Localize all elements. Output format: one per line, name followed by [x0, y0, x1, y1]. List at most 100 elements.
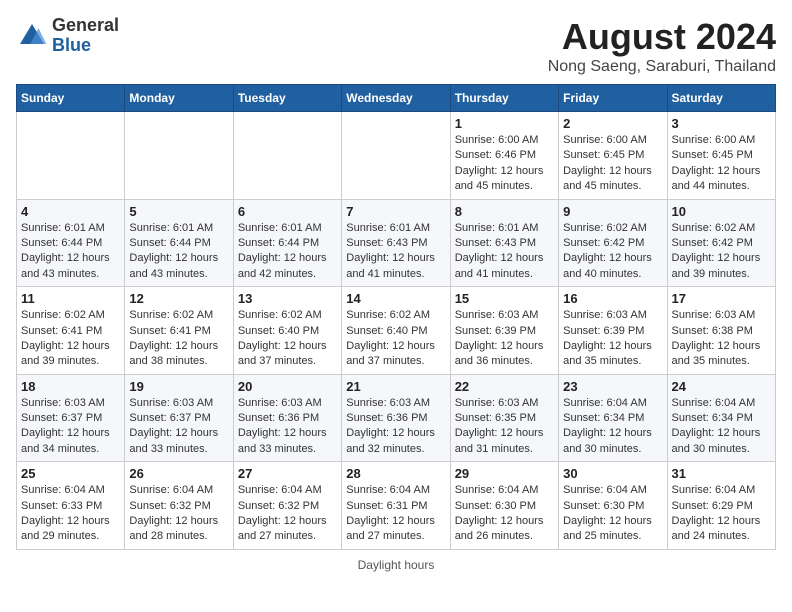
footer-note: Daylight hours	[16, 558, 776, 572]
day-number: 8	[455, 204, 554, 219]
day-number: 18	[21, 379, 120, 394]
day-number: 3	[672, 116, 771, 131]
day-number: 21	[346, 379, 445, 394]
calendar-cell: 5 Sunrise: 6:01 AM Sunset: 6:44 PM Daylig…	[125, 199, 233, 287]
calendar-cell: 24 Sunrise: 6:04 AM Sunset: 6:34 PM Dayli…	[667, 374, 775, 462]
calendar-cell: 31 Sunrise: 6:04 AM Sunset: 6:29 PM Dayli…	[667, 462, 775, 550]
day-info: Sunrise: 6:04 AM Sunset: 6:34 PM Dayligh…	[563, 396, 662, 458]
page-header: General Blue August 2024 Nong Saeng, Sar…	[16, 16, 776, 76]
day-info: Sunrise: 6:01 AM Sunset: 6:43 PM Dayligh…	[455, 221, 554, 283]
day-number: 31	[672, 466, 771, 481]
weekday-header: Monday	[125, 85, 233, 112]
day-info: Sunrise: 6:03 AM Sunset: 6:36 PM Dayligh…	[238, 396, 337, 458]
day-number: 2	[563, 116, 662, 131]
calendar-cell	[125, 112, 233, 200]
day-info: Sunrise: 6:02 AM Sunset: 6:41 PM Dayligh…	[21, 308, 120, 370]
calendar-cell: 1Sunrise: 6:00 AM Sunset: 6:46 PM Daylig…	[450, 112, 558, 200]
logo: General Blue	[16, 16, 119, 56]
calendar-cell: 25 Sunrise: 6:04 AM Sunset: 6:33 PM Dayli…	[17, 462, 125, 550]
day-info: Sunrise: 6:02 AM Sunset: 6:41 PM Dayligh…	[129, 308, 228, 370]
day-number: 30	[563, 466, 662, 481]
logo-line2: Blue	[52, 36, 119, 56]
calendar-cell: 4 Sunrise: 6:01 AM Sunset: 6:44 PM Daylig…	[17, 199, 125, 287]
weekday-header: Saturday	[667, 85, 775, 112]
day-info: Sunrise: 6:01 AM Sunset: 6:43 PM Dayligh…	[346, 221, 445, 283]
weekday-header: Sunday	[17, 85, 125, 112]
calendar-cell: 23 Sunrise: 6:04 AM Sunset: 6:34 PM Dayli…	[559, 374, 667, 462]
calendar-cell	[17, 112, 125, 200]
calendar-cell: 16Sunrise: 6:03 AM Sunset: 6:39 PM Dayli…	[559, 287, 667, 375]
day-number: 9	[563, 204, 662, 219]
day-number: 16	[563, 291, 662, 306]
calendar-cell: 19Sunrise: 6:03 AM Sunset: 6:37 PM Dayli…	[125, 374, 233, 462]
day-number: 26	[129, 466, 228, 481]
day-info: Sunrise: 6:04 AM Sunset: 6:30 PM Dayligh…	[563, 483, 662, 545]
day-info: Sunrise: 6:04 AM Sunset: 6:31 PM Dayligh…	[346, 483, 445, 545]
day-number: 20	[238, 379, 337, 394]
day-info: Sunrise: 6:00 AM Sunset: 6:45 PM Dayligh…	[563, 133, 662, 195]
day-info: Sunrise: 6:04 AM Sunset: 6:29 PM Dayligh…	[672, 483, 771, 545]
weekday-header: Friday	[559, 85, 667, 112]
calendar-cell: 21Sunrise: 6:03 AM Sunset: 6:36 PM Dayli…	[342, 374, 450, 462]
calendar-cell: 29Sunrise: 6:04 AM Sunset: 6:30 PM Dayli…	[450, 462, 558, 550]
day-number: 11	[21, 291, 120, 306]
day-number: 13	[238, 291, 337, 306]
calendar-cell: 17Sunrise: 6:03 AM Sunset: 6:38 PM Dayli…	[667, 287, 775, 375]
day-number: 5	[129, 204, 228, 219]
calendar-week-row: 25 Sunrise: 6:04 AM Sunset: 6:33 PM Dayli…	[17, 462, 776, 550]
calendar-cell: 13 Sunrise: 6:02 AM Sunset: 6:40 PM Dayli…	[233, 287, 341, 375]
calendar-cell: 26 Sunrise: 6:04 AM Sunset: 6:32 PM Dayli…	[125, 462, 233, 550]
calendar-week-row: 4 Sunrise: 6:01 AM Sunset: 6:44 PM Daylig…	[17, 199, 776, 287]
calendar-cell: 27 Sunrise: 6:04 AM Sunset: 6:32 PM Dayli…	[233, 462, 341, 550]
day-info: Sunrise: 6:04 AM Sunset: 6:32 PM Dayligh…	[238, 483, 337, 545]
day-number: 28	[346, 466, 445, 481]
location-title: Nong Saeng, Saraburi, Thailand	[548, 58, 776, 76]
calendar-cell: 10 Sunrise: 6:02 AM Sunset: 6:42 PM Dayli…	[667, 199, 775, 287]
calendar-header-row: SundayMondayTuesdayWednesdayThursdayFrid…	[17, 85, 776, 112]
day-number: 17	[672, 291, 771, 306]
calendar-cell: 3Sunrise: 6:00 AM Sunset: 6:45 PM Daylig…	[667, 112, 775, 200]
day-info: Sunrise: 6:02 AM Sunset: 6:42 PM Dayligh…	[672, 221, 771, 283]
day-number: 6	[238, 204, 337, 219]
weekday-header: Tuesday	[233, 85, 341, 112]
day-info: Sunrise: 6:04 AM Sunset: 6:30 PM Dayligh…	[455, 483, 554, 545]
day-number: 24	[672, 379, 771, 394]
calendar-cell: 14 Sunrise: 6:02 AM Sunset: 6:40 PM Dayli…	[342, 287, 450, 375]
day-info: Sunrise: 6:02 AM Sunset: 6:40 PM Dayligh…	[238, 308, 337, 370]
logo-icon	[16, 20, 48, 52]
day-number: 19	[129, 379, 228, 394]
weekday-header: Thursday	[450, 85, 558, 112]
day-number: 27	[238, 466, 337, 481]
calendar-cell: 22 Sunrise: 6:03 AM Sunset: 6:35 PM Dayli…	[450, 374, 558, 462]
day-number: 1	[455, 116, 554, 131]
day-number: 14	[346, 291, 445, 306]
calendar-cell: 15Sunrise: 6:03 AM Sunset: 6:39 PM Dayli…	[450, 287, 558, 375]
day-number: 12	[129, 291, 228, 306]
calendar-cell: 12 Sunrise: 6:02 AM Sunset: 6:41 PM Dayli…	[125, 287, 233, 375]
calendar-cell	[233, 112, 341, 200]
calendar-cell: 6Sunrise: 6:01 AM Sunset: 6:44 PM Daylig…	[233, 199, 341, 287]
title-block: August 2024 Nong Saeng, Saraburi, Thaila…	[548, 16, 776, 76]
day-number: 15	[455, 291, 554, 306]
calendar-cell	[342, 112, 450, 200]
calendar-cell: 8 Sunrise: 6:01 AM Sunset: 6:43 PM Daylig…	[450, 199, 558, 287]
day-number: 10	[672, 204, 771, 219]
day-info: Sunrise: 6:01 AM Sunset: 6:44 PM Dayligh…	[21, 221, 120, 283]
day-info: Sunrise: 6:02 AM Sunset: 6:42 PM Dayligh…	[563, 221, 662, 283]
day-info: Sunrise: 6:01 AM Sunset: 6:44 PM Dayligh…	[129, 221, 228, 283]
calendar-cell: 18Sunrise: 6:03 AM Sunset: 6:37 PM Dayli…	[17, 374, 125, 462]
day-number: 22	[455, 379, 554, 394]
month-title: August 2024	[548, 16, 776, 58]
day-info: Sunrise: 6:04 AM Sunset: 6:32 PM Dayligh…	[129, 483, 228, 545]
day-number: 25	[21, 466, 120, 481]
calendar-week-row: 11 Sunrise: 6:02 AM Sunset: 6:41 PM Dayli…	[17, 287, 776, 375]
calendar-cell: 28 Sunrise: 6:04 AM Sunset: 6:31 PM Dayli…	[342, 462, 450, 550]
calendar-cell: 20 Sunrise: 6:03 AM Sunset: 6:36 PM Dayli…	[233, 374, 341, 462]
day-info: Sunrise: 6:04 AM Sunset: 6:33 PM Dayligh…	[21, 483, 120, 545]
day-number: 23	[563, 379, 662, 394]
logo-line1: General	[52, 16, 119, 36]
day-info: Sunrise: 6:03 AM Sunset: 6:35 PM Dayligh…	[455, 396, 554, 458]
day-info: Sunrise: 6:04 AM Sunset: 6:34 PM Dayligh…	[672, 396, 771, 458]
day-number: 4	[21, 204, 120, 219]
day-info: Sunrise: 6:02 AM Sunset: 6:40 PM Dayligh…	[346, 308, 445, 370]
